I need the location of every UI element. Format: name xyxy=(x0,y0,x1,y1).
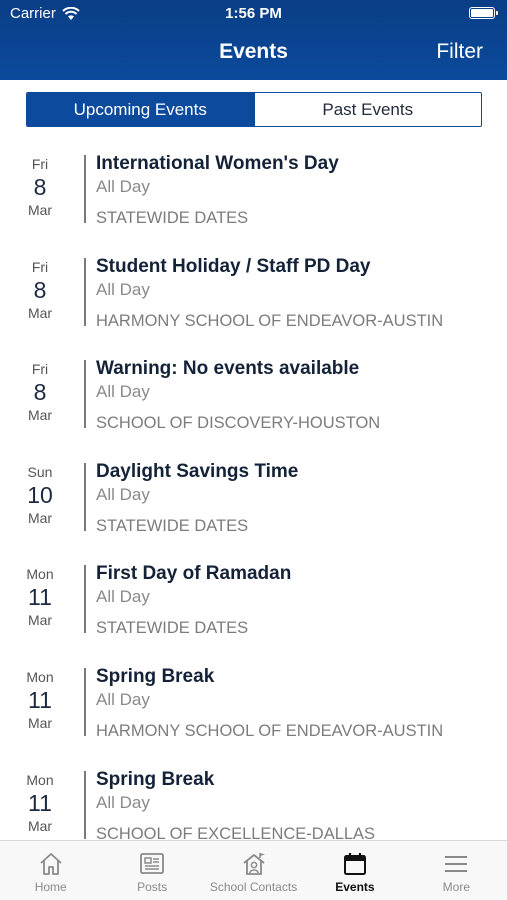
event-row[interactable]: Mon 11 Mar Spring Break All Day HARMONY … xyxy=(0,663,507,766)
event-month: Mar xyxy=(27,304,53,321)
event-info: Spring Break All Day SCHOOL OF EXCELLENC… xyxy=(96,768,497,840)
event-title: Spring Break xyxy=(96,768,215,790)
event-time: All Day xyxy=(96,689,150,709)
event-title: Student Holiday / Staff PD Day xyxy=(96,255,371,277)
event-month: Mar xyxy=(27,817,53,834)
event-date: Mon 11 Mar xyxy=(0,772,80,835)
event-divider xyxy=(84,462,86,531)
event-weekday: Mon xyxy=(26,771,54,788)
event-time: All Day xyxy=(96,382,150,402)
home-icon xyxy=(40,853,62,875)
event-weekday: Fri xyxy=(31,156,49,172)
event-weekday: Fri xyxy=(31,361,49,378)
menu-icon xyxy=(445,856,468,872)
event-date: Sun 10 Mar xyxy=(0,464,80,527)
tab-events[interactable]: Events xyxy=(304,841,405,900)
event-organization: STATEWIDE DATES xyxy=(96,516,249,535)
tab-school-contacts-label: School Contacts xyxy=(209,880,298,894)
tab-upcoming-events[interactable]: Upcoming Events xyxy=(27,93,254,126)
event-info: Daylight Savings Time All Day STATEWIDE … xyxy=(96,460,497,536)
event-month: Mar xyxy=(27,407,53,424)
event-organization: SCHOOL OF DISCOVERY-HOUSTON xyxy=(96,414,381,433)
event-divider xyxy=(84,257,86,326)
event-weekday: Mon xyxy=(26,566,54,583)
event-divider xyxy=(84,360,86,429)
event-weekday: Sun xyxy=(27,463,53,480)
event-row[interactable]: Mon 11 Mar Spring Break All Day SCHOOL O… xyxy=(0,766,507,840)
event-time: All Day xyxy=(96,792,150,812)
newspaper-icon xyxy=(140,853,165,874)
tab-home[interactable]: Home xyxy=(0,841,101,900)
event-month: Mar xyxy=(27,509,53,526)
tab-more-label: More xyxy=(442,880,470,894)
event-organization: STATEWIDE DATES xyxy=(96,619,249,638)
app-header: Carrier 1:56 PM Events Filter xyxy=(0,0,507,80)
event-day: 11 xyxy=(28,789,52,816)
event-date: Mon 11 Mar xyxy=(0,669,80,732)
event-info: Spring Break All Day HARMONY SCHOOL OF E… xyxy=(96,665,497,741)
event-date: Fri 8 Mar xyxy=(0,361,80,424)
status-bar: Carrier 1:56 PM xyxy=(0,0,507,28)
event-day: 11 xyxy=(28,584,52,611)
event-title: Spring Break xyxy=(96,665,215,687)
event-title: Daylight Savings Time xyxy=(96,460,299,482)
event-weekday: Mon xyxy=(26,668,54,685)
event-row[interactable]: Mon 11 Mar First Day of Ramadan All Day … xyxy=(0,560,507,663)
event-organization: HARMONY SCHOOL OF ENDEAVOR-AUSTIN xyxy=(96,311,444,330)
tab-home-label: Home xyxy=(34,880,67,894)
events-segmented-control: Upcoming Events Past Events xyxy=(26,92,482,127)
event-title: Warning: No events available xyxy=(96,358,360,380)
event-info: Student Holiday / Staff PD Day All Day H… xyxy=(96,255,497,331)
tab-more[interactable]: More xyxy=(406,841,507,900)
event-time: All Day xyxy=(96,279,150,299)
event-time: All Day xyxy=(96,177,150,196)
event-organization: STATEWIDE DATES xyxy=(96,209,249,227)
tab-posts[interactable]: Posts xyxy=(101,841,202,900)
filter-button[interactable]: Filter xyxy=(436,40,483,64)
event-date: Fri 8 Mar xyxy=(0,259,80,322)
event-weekday: Fri xyxy=(31,258,49,275)
event-time: All Day xyxy=(96,587,150,607)
event-time: All Day xyxy=(96,484,150,504)
event-month: Mar xyxy=(27,202,53,218)
page-title: Events xyxy=(219,40,288,63)
event-row[interactable]: Sun 10 Mar Daylight Savings Time All Day… xyxy=(0,458,507,561)
event-organization: SCHOOL OF EXCELLENCE-DALLAS xyxy=(96,824,376,840)
calendar-icon xyxy=(343,853,366,875)
status-time: 1:56 PM xyxy=(225,5,282,22)
event-date: Fri 8 Mar xyxy=(0,156,80,219)
event-month: Mar xyxy=(27,612,53,629)
school-contact-icon xyxy=(242,853,265,875)
event-row[interactable]: Fri 8 Mar International Women's Day All … xyxy=(0,150,507,253)
event-divider xyxy=(84,565,86,634)
event-divider xyxy=(84,667,86,736)
event-info: Warning: No events available All Day SCH… xyxy=(96,357,497,433)
events-list[interactable]: Fri 8 Mar International Women's Day All … xyxy=(0,150,507,840)
event-day: 8 xyxy=(33,379,47,406)
event-month: Mar xyxy=(27,714,53,731)
event-row[interactable]: Fri 8 Mar Warning: No events available A… xyxy=(0,355,507,458)
battery-icon xyxy=(469,7,498,19)
bottom-tab-bar: Home Posts School Contacts Events More xyxy=(0,840,507,900)
event-divider xyxy=(84,770,86,839)
event-organization: HARMONY SCHOOL OF ENDEAVOR-AUSTIN xyxy=(96,721,444,740)
tab-school-contacts[interactable]: School Contacts xyxy=(203,841,304,900)
event-day: 10 xyxy=(27,481,53,508)
event-info: International Women's Day All Day STATEW… xyxy=(96,152,497,228)
event-day: 11 xyxy=(28,686,52,713)
tab-past-events[interactable]: Past Events xyxy=(253,93,481,126)
tab-events-label: Events xyxy=(335,880,375,894)
event-title: First Day of Ramadan xyxy=(96,563,292,585)
event-title: International Women's Day xyxy=(96,153,339,174)
event-date: Mon 11 Mar xyxy=(0,566,80,629)
tab-posts-label: Posts xyxy=(137,880,168,894)
event-day: 8 xyxy=(33,276,47,303)
event-divider xyxy=(84,155,86,223)
event-day: 8 xyxy=(33,174,47,200)
event-info: First Day of Ramadan All Day STATEWIDE D… xyxy=(96,562,497,638)
event-row[interactable]: Fri 8 Mar Student Holiday / Staff PD Day… xyxy=(0,253,507,356)
